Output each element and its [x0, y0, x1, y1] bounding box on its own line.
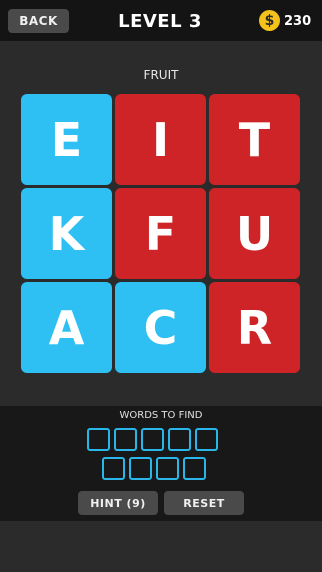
- letter-tile[interactable]: R: [209, 282, 300, 373]
- answer-slots-row-2: [102, 457, 206, 480]
- coin-count: 230: [284, 13, 312, 29]
- letter-tile[interactable]: U: [209, 188, 300, 279]
- category-label: FRUIT: [143, 68, 179, 82]
- letter-tile[interactable]: A: [21, 282, 112, 373]
- answer-slot: [156, 457, 179, 480]
- coin-icon: $: [259, 10, 280, 31]
- reset-button[interactable]: RESET: [164, 491, 244, 515]
- letter-grid: EIT KFU ACR: [21, 94, 301, 374]
- letter-tile[interactable]: F: [115, 188, 206, 279]
- answer-slot: [129, 457, 152, 480]
- words-to-find-label: WORDS TO FIND: [119, 410, 203, 421]
- answer-slot: [87, 428, 110, 451]
- letter-tile[interactable]: E: [21, 94, 112, 185]
- back-button[interactable]: BACK: [8, 9, 69, 33]
- level-title: LEVEL 3: [118, 10, 202, 32]
- answer-slot: [195, 428, 218, 451]
- letter-tile[interactable]: C: [115, 282, 206, 373]
- answer-slot: [168, 428, 191, 451]
- letter-tile[interactable]: K: [21, 188, 112, 279]
- answer-slots-row-1: [87, 428, 218, 451]
- answer-slot: [114, 428, 137, 451]
- answer-slot: [141, 428, 164, 451]
- hint-button[interactable]: HINT (9): [78, 491, 158, 515]
- letter-tile[interactable]: T: [209, 94, 300, 185]
- answer-slot: [183, 457, 206, 480]
- bottom-strip: [0, 521, 322, 572]
- letter-tile[interactable]: I: [115, 94, 206, 185]
- answer-slot: [102, 457, 125, 480]
